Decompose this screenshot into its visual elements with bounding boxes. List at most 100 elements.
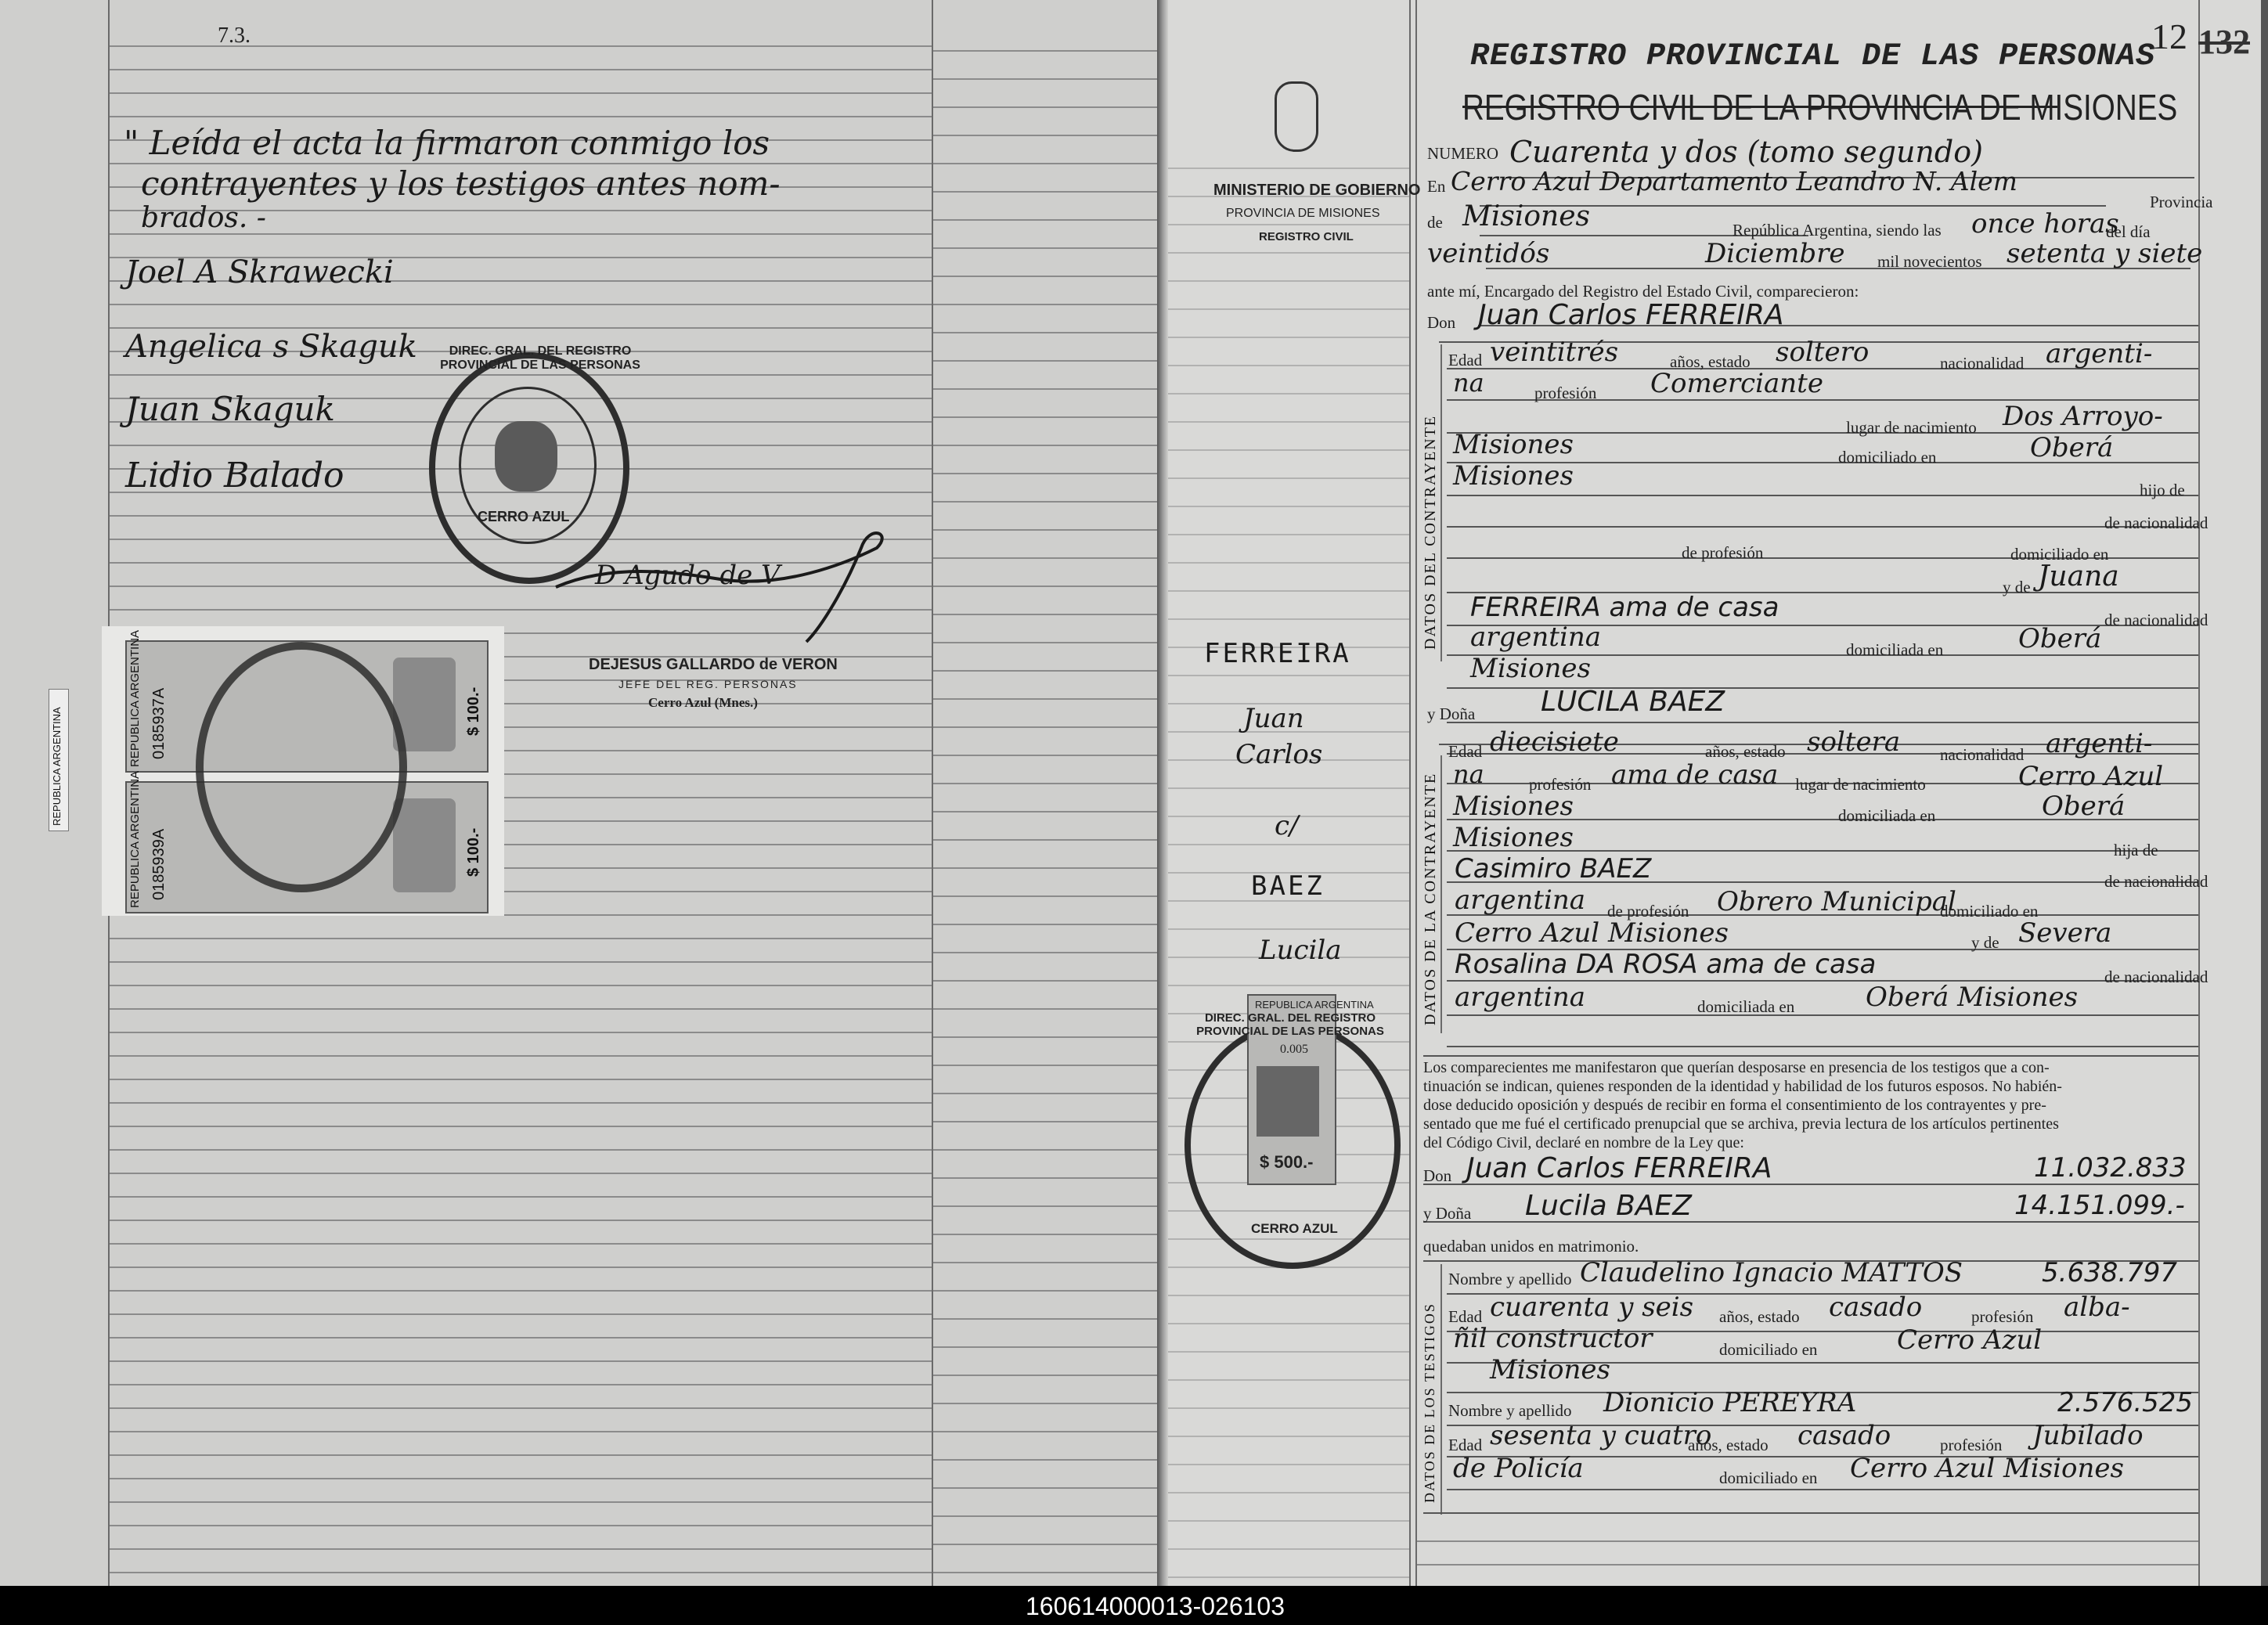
label-domiciliado: domiciliado en	[1838, 448, 1937, 467]
label-en: En	[1427, 177, 1446, 196]
signature-3: Juan Skaguk	[125, 390, 335, 428]
signature-2: Angelica s Skaguk	[125, 329, 417, 365]
coat-of-arms-icon	[393, 798, 456, 892]
page-number-struck: 132	[2198, 23, 2250, 61]
fee-stamp-1-serial: 0185937A	[150, 687, 168, 759]
shield-emblem-icon	[495, 421, 557, 492]
value-madre-novio-ap: FERREIRA ama de casa	[1470, 592, 1779, 623]
bottom-ruled-lines	[1417, 1519, 2198, 1581]
label-domiciliada-2: domiciliada en	[1697, 997, 1795, 1016]
official-title: JEFE DEL REG. PERSONAS	[618, 678, 798, 690]
value-novio-estado: soltero	[1776, 337, 1870, 368]
document-code: 160614000013-026103	[1026, 1592, 1285, 1620]
label-y-de-2: y de	[1971, 933, 1999, 952]
closing-text-line-2: contrayentes y los testigos antes nom-	[141, 164, 781, 203]
value-madre-novia-dom: Oberá Misiones	[1866, 982, 2079, 1013]
fee-stamp-2-value: $ 100.-	[465, 827, 482, 877]
value-novio: Juan Carlos FERREIRA	[1478, 299, 1784, 331]
margin-line-left-2	[1415, 0, 1417, 1586]
ruled-lines-margin	[933, 23, 1159, 1581]
value-testigo-1-estado: casado	[1829, 1292, 1923, 1323]
value-novio-nac2: na	[1453, 368, 1484, 398]
value-testigo-1-dom2: Misiones	[1490, 1354, 1610, 1385]
declaration-line-4: sentado que me fué el certificado prenup…	[1423, 1115, 2059, 1133]
label-provincia: Provincia	[2150, 193, 2213, 211]
value-padre-novia-nac: argentina	[1455, 885, 1586, 916]
margin-name-3: Lucila	[1259, 935, 1342, 966]
label-nacionalidad-novia: nacionalidad	[1940, 745, 2025, 764]
label-de-nacionalidad: de nacionalidad	[2104, 513, 2209, 532]
value-novia-nac: argenti-	[2046, 728, 2153, 759]
field-line	[1447, 1046, 2198, 1047]
coat-of-arms-icon	[1257, 1066, 1319, 1137]
value-novio-prof: Comerciante	[1650, 368, 1823, 399]
section-label-bride: DATOS DE LA CONTRAYENTE	[1422, 772, 1439, 1025]
ministry-province: PROVINCIA DE MISIONES	[1226, 207, 1380, 220]
overlay-seal	[196, 642, 407, 892]
signature-1: Joel A Skrawecki	[125, 254, 394, 290]
value-novio-lugar-nac2: Misiones	[1453, 429, 1574, 460]
value-madre-novia-ap: Rosalina DA ROSA ama de casa	[1455, 949, 1877, 980]
edge-strip: REPUBLICA ARGENTINA	[49, 689, 69, 831]
value-testigo-2-estado: casado	[1797, 1420, 1891, 1451]
value-dia: veintidós	[1427, 238, 1550, 269]
value-anio: setenta y siete	[2007, 238, 2203, 269]
value-testigo-2: Dionicio PEREYRA	[1603, 1387, 1857, 1418]
value-novio-edad: veintitrés	[1490, 337, 1619, 368]
value-testigo-1-dom: Cerro Azul	[1897, 1324, 2043, 1356]
seal-place: CERRO AZUL	[1251, 1221, 1338, 1236]
label-lugar-nac: lugar de nacimiento	[1846, 418, 1977, 437]
value-padre-novia-prof: Obrero Municipal	[1717, 886, 1956, 917]
header-stamp: REGISTRO PROVINCIAL DE LAS PERSONAS	[1470, 39, 2156, 74]
label-nacionalidad: nacionalidad	[1940, 354, 2025, 373]
label-nombre-1: Nombre y apellido	[1448, 1270, 1572, 1288]
value-novia-lugar-nac: Cerro Azul	[2018, 761, 2164, 792]
section-label-witnesses: DATOS DE LOS TESTIGOS	[1422, 1303, 1437, 1503]
value-novia-nac2: na	[1453, 759, 1484, 789]
value-madre-novio: Juana	[2038, 560, 2119, 593]
value-decl-novio: Juan Carlos FERREIRA	[1466, 1152, 1772, 1184]
section-bracket-bride	[1440, 755, 1442, 1033]
value-testigo-2-edad: sesenta y cuatro	[1490, 1420, 1712, 1451]
margin-line-left	[1409, 0, 1411, 1586]
ministry-registry: REGISTRO CIVIL	[1259, 230, 1354, 243]
section-bracket-witnesses	[1440, 1264, 1442, 1515]
value-testigo-1-doc: 5.638.797	[2042, 1257, 2178, 1288]
label-numero: NUMERO	[1427, 144, 1499, 163]
label-de: de	[1427, 213, 1443, 232]
section-divider	[1423, 1512, 2198, 1514]
right-page: 12 132 REGISTRO PROVINCIAL DE LAS PERSON…	[1157, 0, 2261, 1586]
value-novio-nac: argenti-	[2046, 338, 2153, 369]
declaration-line-1: Los comparecientes me manifestaron que q…	[1423, 1059, 2050, 1076]
value-testigo-1-prof2: ñil constructor	[1453, 1323, 1653, 1354]
value-novia-lugar-nac2: Misiones	[1453, 791, 1574, 822]
page-edge-right	[2261, 0, 2268, 1586]
coat-of-arms-icon	[1275, 81, 1318, 152]
label-domiciliado-t2: domiciliado en	[1719, 1468, 1818, 1487]
value-decl-novio-doc: 11.032.833	[2034, 1152, 2187, 1184]
value-novio-dom: Oberá	[2030, 432, 2114, 463]
margin-surname-2: BAEZ	[1251, 870, 1325, 902]
declaration-line-3: dose deducido oposición y después de rec…	[1423, 1097, 2046, 1114]
label-lugar-nac-novia: lugar de nacimiento	[1795, 775, 1926, 794]
value-testigo-1: Claudelino Ignacio MATTOS	[1580, 1257, 1963, 1288]
label-hijo-de: hijo de	[2140, 481, 2185, 499]
label-mil: mil novecientos	[1877, 252, 1982, 271]
label-de-nacionalidad-3: de nacionalidad	[2104, 872, 2209, 891]
value-numero: Cuarenta y dos (tomo segundo)	[1509, 135, 1983, 169]
field-line	[1447, 526, 2198, 528]
value-lugar: Cerro Azul Departamento Leandro N. Alem	[1451, 166, 2017, 196]
value-testigo-2-doc: 2.576.525	[2057, 1387, 2194, 1418]
ministry-name: MINISTERIO DE GOBIERNO	[1213, 182, 1421, 199]
value-madre-novio-dom: Oberá	[2018, 623, 2102, 654]
value-padre-novia: Casimiro BAEZ	[1455, 853, 1652, 885]
left-page: 7.3. " Leída el acta la firmaron conmigo…	[0, 0, 1163, 1586]
value-novia-estado: soltera	[1807, 726, 1901, 758]
value-novia-dom2: Misiones	[1453, 822, 1574, 853]
label-quedaban: quedaban unidos en matrimonio.	[1423, 1237, 1639, 1256]
footer-bar: 160614000013-026103	[0, 1586, 2268, 1625]
page-number: 12	[2151, 16, 2187, 56]
value-testigo-1-edad: cuarenta y seis	[1490, 1292, 1694, 1323]
field-line	[1447, 495, 2198, 496]
label-anos-estado-t2: años, estado	[1688, 1436, 1769, 1454]
